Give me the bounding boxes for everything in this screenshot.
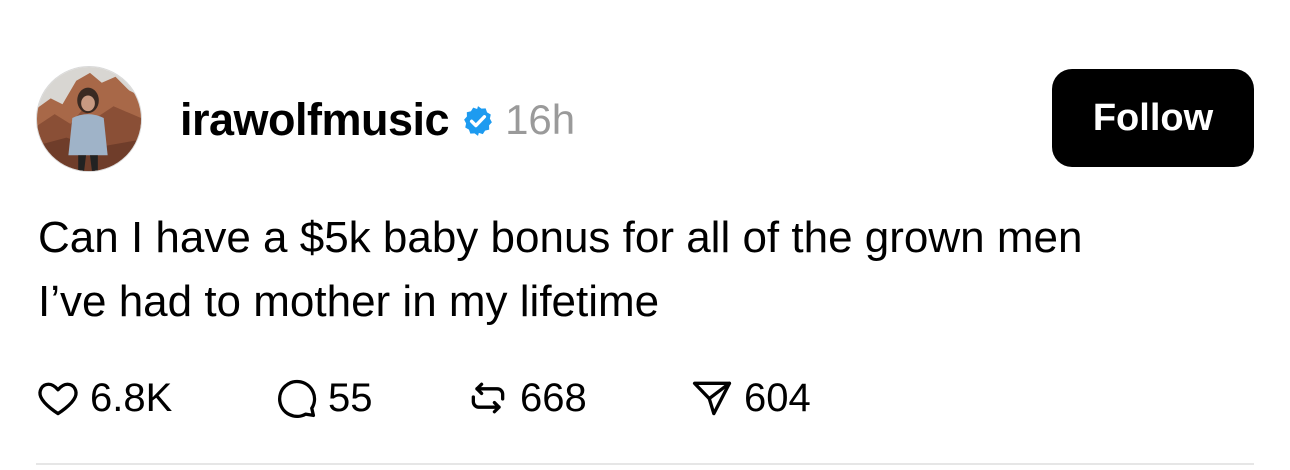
send-icon (692, 381, 732, 416)
reply-button[interactable]: 55 (274, 370, 373, 426)
verified-badge-icon (464, 106, 492, 136)
post-text: Can I have a $5k baby bonus for all of t… (38, 206, 1268, 334)
post-header: irawolfmusic 16h (180, 92, 575, 148)
post-text-line-1: Can I have a $5k baby bonus for all of t… (38, 213, 1083, 262)
like-button[interactable]: 6.8K (36, 370, 172, 426)
thread-post: irawolfmusic 16h Follow Can I have a $5k… (0, 0, 1290, 470)
post-divider (36, 463, 1254, 465)
repost-icon (471, 382, 505, 414)
like-count: 6.8K (90, 376, 173, 420)
post-text-line-2: I’ve had to mother in my lifetime (38, 277, 660, 326)
reply-count: 55 (328, 376, 373, 420)
avatar-photo (37, 67, 141, 171)
username[interactable]: irawolfmusic (180, 92, 450, 148)
repost-count: 668 (520, 376, 587, 420)
avatar[interactable] (36, 66, 142, 172)
share-count: 604 (744, 376, 811, 420)
post-timestamp: 16h (505, 96, 576, 143)
heart-icon (38, 382, 78, 416)
repost-button[interactable]: 668 (466, 370, 587, 426)
share-button[interactable]: 604 (690, 370, 811, 426)
comment-icon (278, 379, 317, 418)
follow-button[interactable]: Follow (1052, 69, 1254, 167)
